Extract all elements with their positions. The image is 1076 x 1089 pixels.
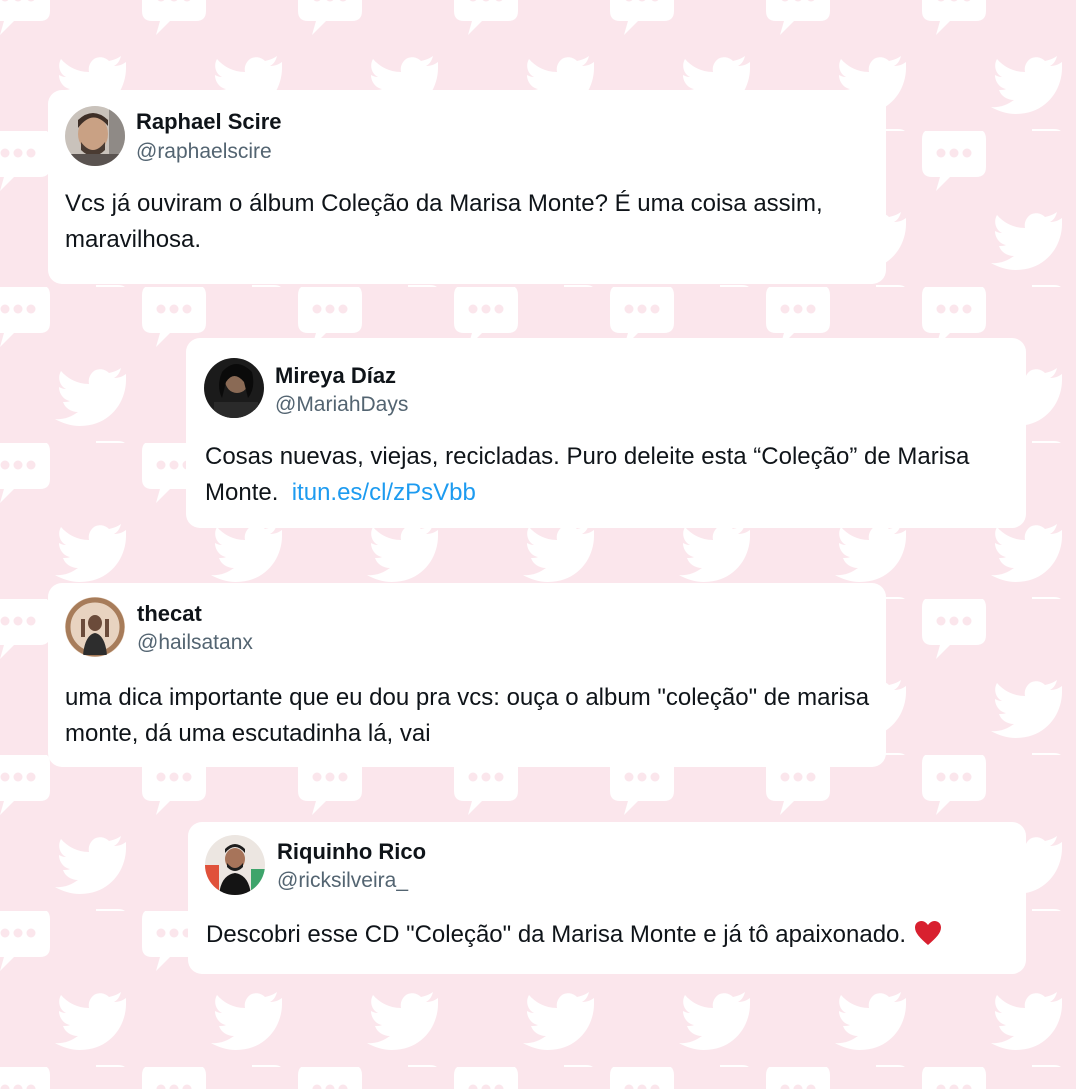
tweet-text: Vcs já ouviram o álbum Coleção da Marisa… bbox=[65, 190, 823, 253]
author-handle[interactable]: @hailsatanx bbox=[137, 631, 253, 655]
author-handle[interactable]: @MariahDays bbox=[275, 393, 408, 417]
tweet-card[interactable]: Raphael Scire @raphaelscire Vcs já ouvir… bbox=[48, 90, 886, 284]
author-name[interactable]: Riquinho Rico bbox=[277, 839, 426, 865]
tweet-card[interactable]: thecat @hailsatanx uma dica importante q… bbox=[48, 583, 886, 767]
author-handle[interactable]: @raphaelscire bbox=[136, 140, 272, 164]
tweet-text: uma dica importante que eu dou pra vcs: … bbox=[65, 684, 870, 747]
tweet-link[interactable]: itun.es/cl/zPsVbb bbox=[292, 479, 476, 506]
author-name[interactable]: thecat bbox=[137, 601, 202, 627]
author-handle[interactable]: @ricksilveira_ bbox=[277, 869, 408, 893]
tweet-body: Cosas nuevas, viejas, recicladas. Puro d… bbox=[205, 439, 1025, 511]
author-name[interactable]: Mireya Díaz bbox=[275, 363, 396, 389]
tweet-body: Descobri esse CD "Coleção" da Marisa Mon… bbox=[206, 917, 1016, 953]
heart-icon bbox=[915, 921, 942, 945]
avatar[interactable] bbox=[205, 835, 265, 895]
avatar[interactable] bbox=[65, 106, 125, 166]
tweet-text: Descobri esse CD "Coleção" da Marisa Mon… bbox=[206, 921, 907, 948]
avatar[interactable] bbox=[204, 358, 264, 418]
avatar[interactable] bbox=[65, 597, 125, 657]
tweet-card[interactable]: Riquinho Rico @ricksilveira_ Descobri es… bbox=[188, 822, 1026, 974]
tweet-card[interactable]: Mireya Díaz @MariahDays Cosas nuevas, vi… bbox=[186, 338, 1026, 528]
author-name[interactable]: Raphael Scire bbox=[136, 109, 282, 135]
